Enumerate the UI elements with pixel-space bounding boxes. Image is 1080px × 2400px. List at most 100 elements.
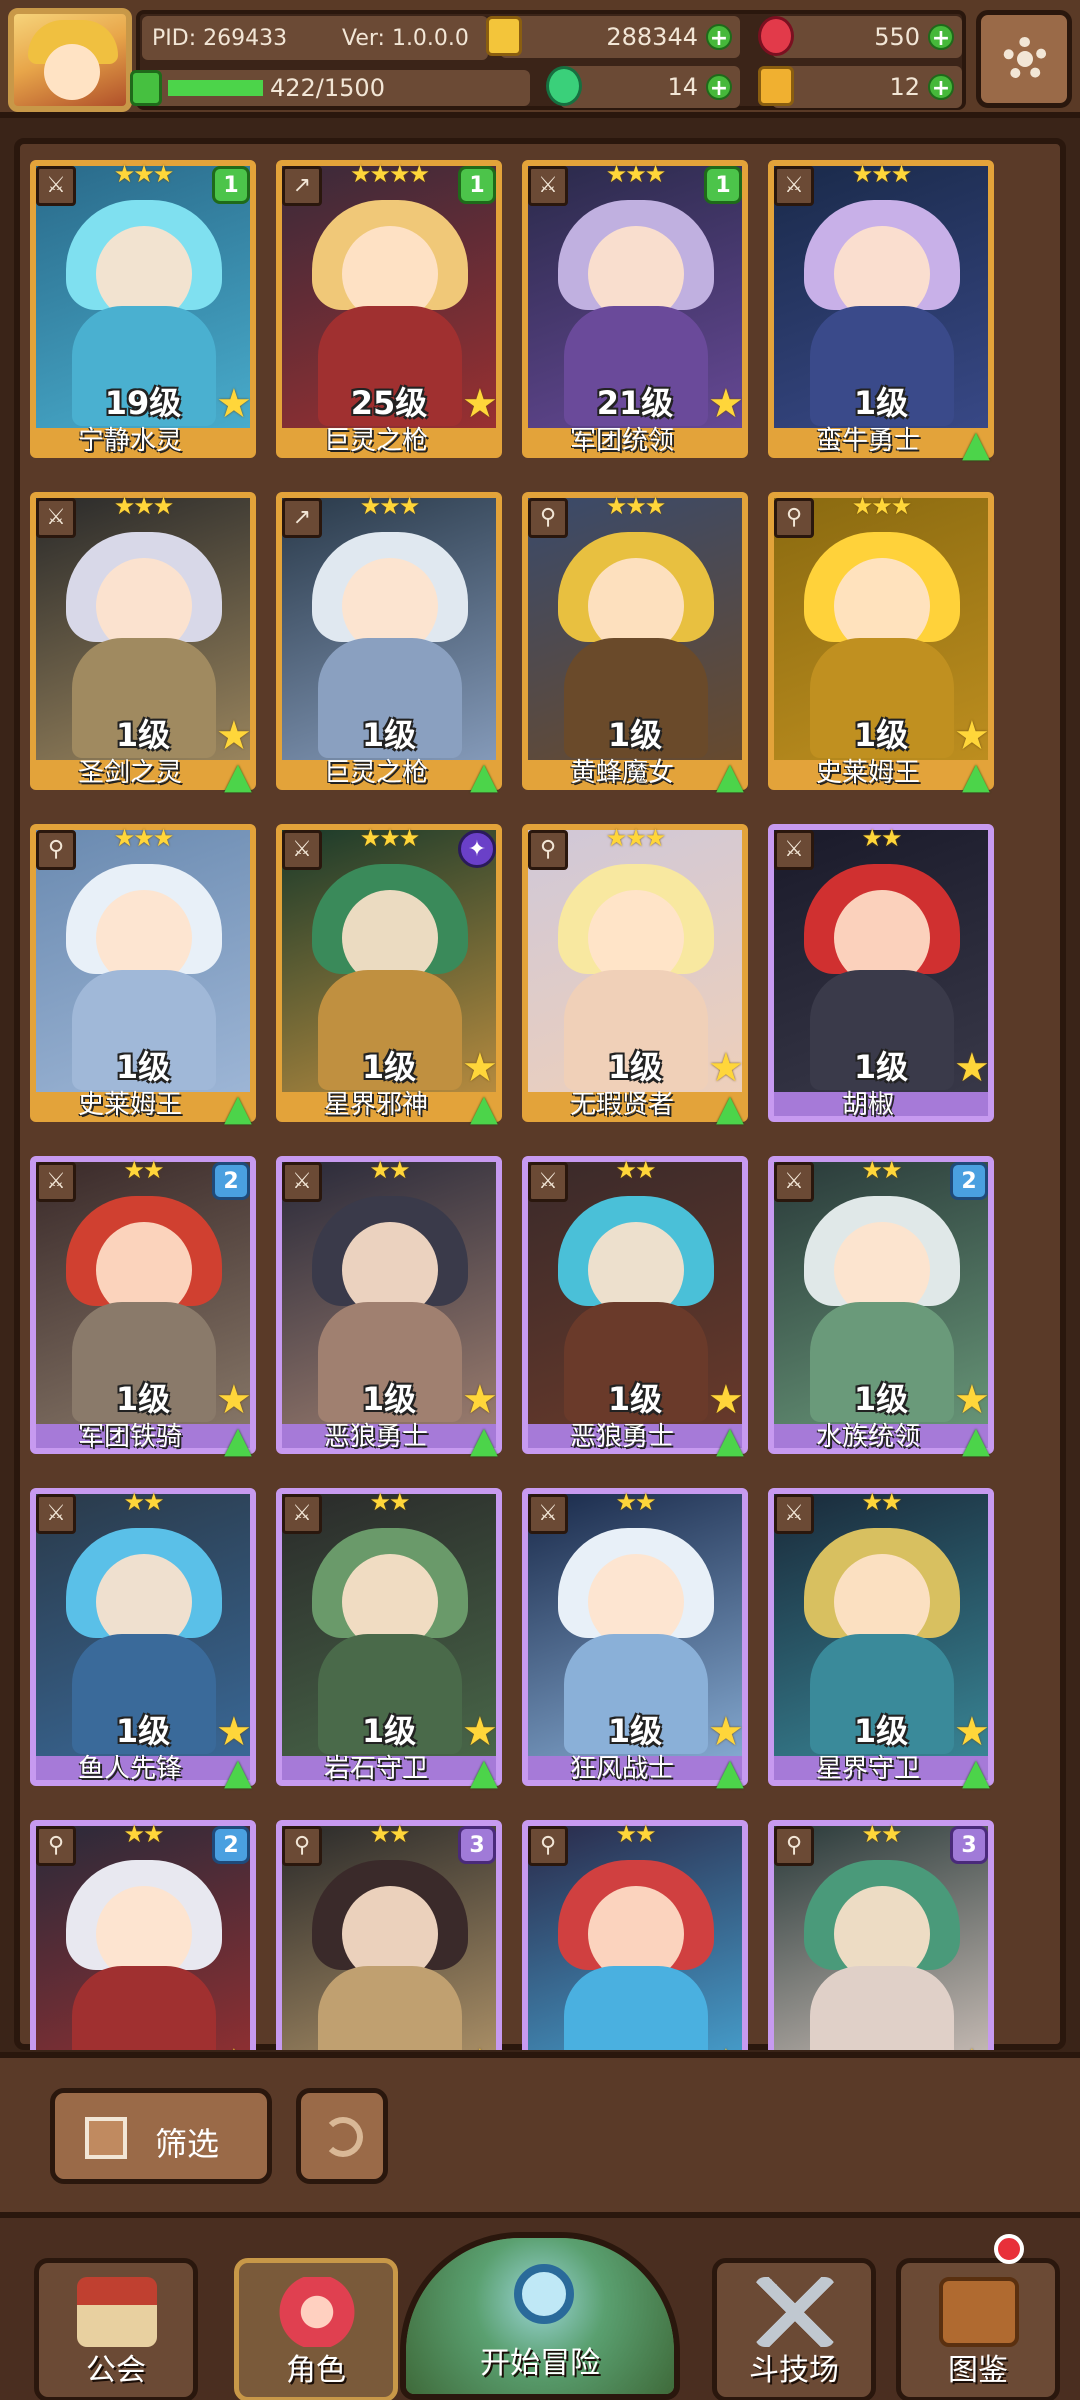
sword-icon: ⚔ [528, 166, 568, 206]
character-name: 巨灵之枪 [323, 426, 428, 456]
star-icon: ★ [462, 1709, 498, 1755]
star-icon: ★ [708, 1377, 744, 1423]
character-level: 1级 [607, 716, 663, 754]
key-icon [758, 66, 794, 106]
star-icon: ★ [462, 1377, 498, 1423]
star-rating: ★★★ [605, 492, 667, 520]
sword-icon: ⚔ [36, 1494, 76, 1534]
character-card[interactable]: ⚔ ★★ 2 1级 军团铁骑 ★ ▲ [30, 1156, 256, 1466]
character-card[interactable]: ↗ ★★★ 1级 巨灵之枪 ▲ [276, 492, 502, 802]
sword-icon: ⚔ [36, 166, 76, 206]
nav-arena-label: 斗技场 [749, 2353, 839, 2388]
character-name: 圣剑之灵 [77, 758, 182, 788]
character-card[interactable]: ⚲ ★★ 3 ★ [276, 1820, 502, 2050]
character-card[interactable]: ⚔ ★★ 1级 星界守卫 ★ ▲ [768, 1488, 994, 1798]
upgrade-arrow-icon: ▲ [716, 756, 744, 797]
gem-counter: 550 + [758, 16, 962, 58]
star-rating: ★★ [615, 1488, 656, 1516]
character-name: 恶狼勇士 [323, 1422, 428, 1452]
nav-guild[interactable]: 公会 [34, 2258, 198, 2400]
character-card[interactable]: ⚲ ★★ 3 ★ [768, 1820, 994, 2050]
upgrade-arrow-icon: ▲ [962, 424, 990, 465]
character-card[interactable]: ⚲ ★★★ 1级 无瑕贤者 ★ ▲ [522, 824, 748, 1134]
portrait-body [564, 1966, 708, 2050]
add-key-button[interactable]: + [928, 74, 954, 101]
sword-icon: ⚔ [282, 830, 322, 870]
rank-badge: 3 [458, 1826, 496, 1864]
upgrade-arrow-icon: ▲ [716, 1420, 744, 1461]
character-card[interactable]: ⚲ ★★★ 1级 史莱姆王 ★ ▲ [768, 492, 994, 802]
character-card[interactable]: ⚲ ★★★ 1级 黄蜂魔女 ▲ [522, 492, 748, 802]
nav-codex[interactable]: 图鉴 [896, 2258, 1060, 2400]
xp-text: 422/1500 [270, 74, 385, 102]
character-card[interactable]: ⚲ ★★★ 1级 史莱姆王 ▲ [30, 824, 256, 1134]
nav-arena[interactable]: 斗技场 [712, 2258, 876, 2400]
key-counter: 12 + [758, 66, 962, 108]
refresh-icon [323, 2117, 363, 2157]
character-card[interactable]: ⚔ ★★★ 1 19级 宁静水灵 ★ [30, 160, 256, 470]
upgrade-arrow-icon: ▲ [224, 1752, 252, 1793]
clover-counter: 14 + [546, 66, 740, 108]
character-card[interactable]: ⚔ ★★★ 1 21级 军团统领 ★ [522, 160, 748, 470]
grid-icon [85, 2117, 127, 2159]
add-clover-button[interactable]: + [706, 74, 732, 101]
spear-icon: ↗ [282, 166, 322, 206]
settings-button[interactable] [976, 10, 1072, 108]
add-gold-button[interactable]: + [706, 24, 732, 51]
staff-icon: ⚲ [36, 1826, 76, 1866]
character-card[interactable]: ⚔ ★★ 1级 恶狼勇士 ★ ▲ [276, 1156, 502, 1466]
character-card[interactable]: ⚔ ★★ 1级 狂风战士 ★ ▲ [522, 1488, 748, 1798]
staff-icon: ⚲ [528, 498, 568, 538]
character-card[interactable]: ⚔ ★★ 1级 岩石守卫 ★ ▲ [276, 1488, 502, 1798]
sword-icon: ⚔ [774, 1162, 814, 1202]
star-rating: ★★★ [113, 160, 175, 188]
reset-button[interactable] [296, 2088, 388, 2184]
player-avatar[interactable] [8, 8, 132, 112]
character-grid: ⚔ ★★★ 1 19级 宁静水灵 ★ ↗ ★★★★ 1 25级 巨灵之枪 ★ ⚔… [30, 150, 1050, 2050]
nav-adventure[interactable]: 开始冒险 [400, 2232, 680, 2400]
star-icon: ★ [462, 1045, 498, 1091]
star-rating: ★★★ [605, 160, 667, 188]
rank-badge: 2 [212, 1162, 250, 1200]
character-name: 星界守卫 [815, 1754, 920, 1784]
character-card[interactable]: ⚲ ★★ 2 ★ [30, 1820, 256, 2050]
filter-toolbar: 筛选 [0, 2052, 1080, 2212]
character-card[interactable]: ⚔ ★★★ 1级 圣剑之灵 ★ ▲ [30, 492, 256, 802]
clover-icon [546, 66, 582, 106]
character-name: 岩石守卫 [323, 1754, 428, 1784]
star-rating: ★★ [123, 1820, 164, 1848]
player-id: PID: 269433 [152, 26, 288, 51]
upgrade-arrow-icon: ▲ [470, 1088, 498, 1129]
character-name: 狂风战士 [569, 1754, 674, 1784]
character-level: 1级 [361, 716, 417, 754]
character-name: 无瑕贤者 [569, 1090, 674, 1120]
character-card[interactable]: ↗ ★★★★ 1 25级 巨灵之枪 ★ [276, 160, 502, 470]
staff-icon: ⚲ [774, 498, 814, 538]
nav-guild-label: 公会 [86, 2353, 146, 2388]
star-icon: ★ [462, 2044, 498, 2050]
character-name: 军团统领 [569, 426, 674, 456]
star-rating: ★★★ [851, 160, 913, 188]
character-card[interactable]: ⚔ ★★ 2 1级 水族统领 ★ ▲ [768, 1156, 994, 1466]
character-card[interactable]: ⚔ ★★ 1级 胡椒 ★ [768, 824, 994, 1134]
character-card[interactable]: ⚔ ★★★ ✦ 1级 星界邪神 ★ ▲ [276, 824, 502, 1134]
version-label: Ver: 1.0.0.0 [342, 26, 469, 51]
filter-button[interactable]: 筛选 [50, 2088, 272, 2184]
character-card[interactable]: ⚔ ★★ 1级 鱼人先锋 ★ ▲ [30, 1488, 256, 1798]
sword-icon: ⚔ [528, 1162, 568, 1202]
nav-characters[interactable]: 角色 [234, 2258, 398, 2400]
rank-badge: 3 [950, 1826, 988, 1864]
staff-icon: ⚲ [774, 1826, 814, 1866]
character-card[interactable]: ⚲ ★★ ★ [522, 1820, 748, 2050]
character-card[interactable]: ⚔ ★★ 1级 恶狼勇士 ★ ▲ [522, 1156, 748, 1466]
star-rating: ★★★ [113, 824, 175, 852]
character-card[interactable]: ⚔ ★★★ 1级 蛮牛勇士 ▲ [768, 160, 994, 470]
star-rating: ★★ [615, 1820, 656, 1848]
key-value: 12 [889, 73, 920, 101]
add-gem-button[interactable]: + [928, 24, 954, 51]
star-icon: ★ [954, 1709, 990, 1755]
character-name: 蛮牛勇士 [815, 426, 920, 456]
star-icon: ★ [216, 381, 252, 427]
xp-fill [168, 80, 264, 96]
upgrade-arrow-icon: ▲ [716, 1752, 744, 1793]
